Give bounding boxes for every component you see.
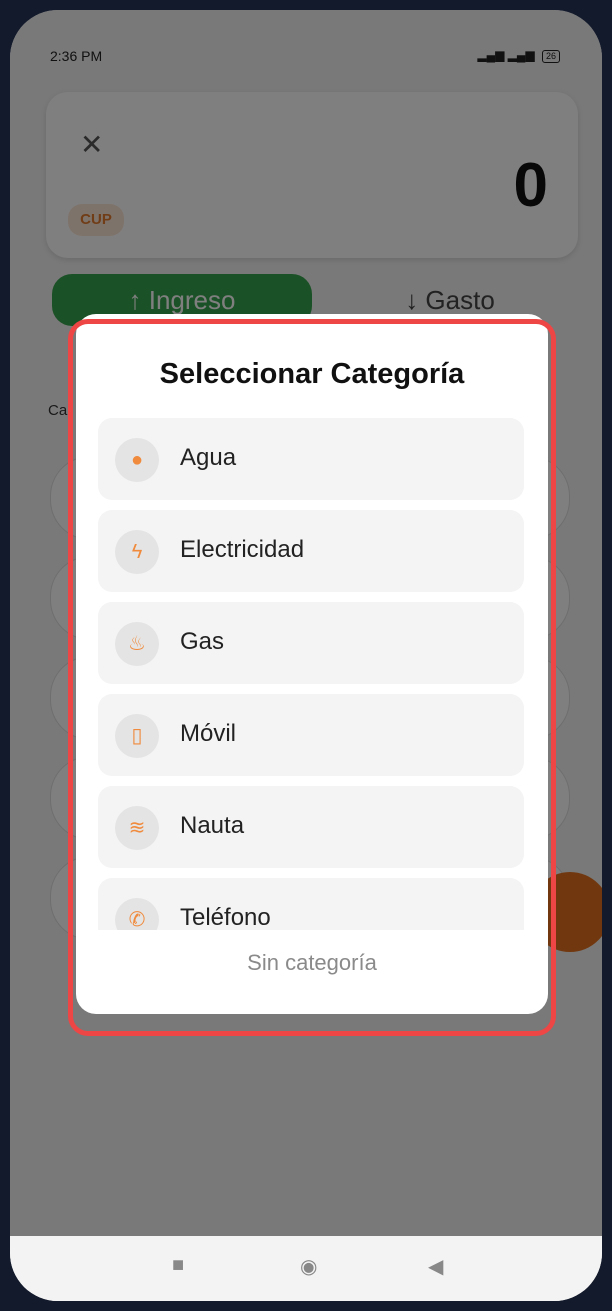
home-icon[interactable]: ◉: [300, 1254, 317, 1279]
navigation-bar: ■ ◉ ◀: [10, 1236, 602, 1301]
phone-screen: 2:36 PM ▂▄▆ ▂▄▆ 26 ✕ 0 CUP ↑ Ingreso ↓ G…: [10, 10, 602, 1301]
highlight-outline: [68, 319, 556, 1036]
recents-icon[interactable]: ■: [172, 1254, 184, 1277]
back-icon[interactable]: ◀: [428, 1254, 443, 1279]
